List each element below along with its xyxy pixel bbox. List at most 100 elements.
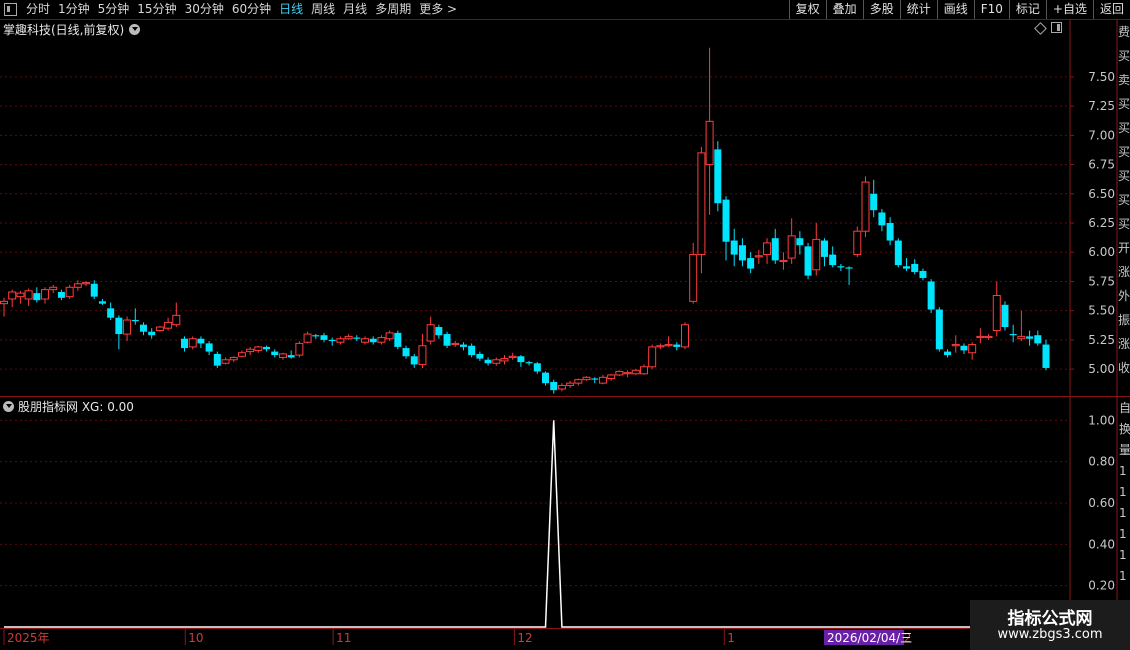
candle-body	[591, 378, 599, 380]
candle-body	[459, 344, 467, 347]
side-label: 费	[1118, 25, 1130, 39]
candle-body	[607, 374, 616, 379]
candle-body	[172, 314, 181, 326]
candle-body	[197, 338, 205, 344]
date-tick-label: 12	[517, 631, 532, 645]
candle-body	[353, 337, 361, 339]
candle-body	[951, 344, 960, 347]
candle-body	[927, 281, 935, 310]
candle-body	[49, 286, 58, 291]
candle-body	[435, 327, 443, 336]
candle-body	[0, 300, 8, 305]
candle-body	[205, 343, 213, 352]
candle-body	[820, 240, 828, 257]
candle-body	[870, 193, 878, 211]
side-label: 涨	[1118, 337, 1130, 351]
candle-body	[1026, 336, 1034, 339]
candle-body	[24, 290, 33, 300]
candle-body	[861, 181, 870, 232]
candle-body	[960, 345, 968, 351]
candle-body	[738, 245, 746, 261]
quote-side-panel: 费买卖买买买买买买开涨外振涨收	[1118, 20, 1130, 398]
candle-body	[328, 339, 336, 342]
watermark: 指标公式网 www.zbgs3.com	[970, 600, 1130, 650]
candle-body	[1034, 335, 1042, 344]
candle-body	[254, 346, 263, 351]
candle-body	[131, 320, 139, 322]
candle-body	[402, 348, 410, 357]
candle-body	[336, 338, 345, 343]
candle-body	[664, 344, 673, 347]
side-label: 涨	[1118, 265, 1130, 279]
cursor-date-label: 2026/02/04/三	[827, 631, 912, 645]
candle-body	[107, 308, 115, 318]
indicator-side-label: 1	[1119, 464, 1127, 478]
candle-body	[582, 376, 591, 381]
candle-body	[418, 345, 427, 365]
candle-body	[984, 335, 993, 339]
candle-body	[697, 152, 706, 256]
candle-body	[500, 358, 509, 362]
candle-body	[598, 376, 607, 384]
candle-body	[894, 240, 902, 266]
candle-body	[754, 255, 763, 258]
candle-body	[771, 238, 779, 261]
indicator-side-label: 1	[1119, 485, 1127, 499]
kline-chart[interactable]: 7.50 7.25 7.00 6.75 6.50 6.25 6.00 5.75 5.50 5.25…	[0, 0, 1130, 650]
indicator-tick-label: 0.60	[1088, 496, 1115, 510]
candle-body	[451, 342, 460, 346]
candle-body	[65, 286, 74, 298]
candle-body	[1042, 344, 1050, 368]
date-tick-label: 2025年	[7, 631, 50, 645]
price-tick-label: 6.75	[1088, 158, 1115, 172]
indicator-tick-label: 1.00	[1088, 413, 1115, 427]
side-label: 买	[1118, 121, 1130, 135]
indicator-tick-label: 0.80	[1088, 455, 1115, 469]
candle-body	[41, 289, 50, 300]
candle-body	[188, 338, 197, 348]
candle-body	[886, 223, 894, 241]
candle-body	[426, 324, 435, 342]
price-tick-label: 5.25	[1088, 333, 1115, 347]
candle-body	[804, 246, 812, 276]
candle-body	[517, 356, 525, 363]
candle-body	[944, 351, 952, 356]
candle-body	[344, 335, 353, 340]
candle-body	[263, 346, 271, 350]
candle-body	[796, 238, 804, 246]
candle-body	[16, 292, 25, 298]
candle-body	[139, 324, 147, 332]
candle-body	[615, 370, 624, 376]
candle-body	[656, 345, 665, 348]
candle-body	[550, 381, 558, 391]
price-tick-label: 5.75	[1088, 274, 1115, 288]
indicator-side-label: 1	[1119, 548, 1127, 562]
candle-body	[639, 366, 648, 375]
price-tick-label: 6.50	[1088, 187, 1115, 201]
candle-body	[787, 235, 796, 259]
candle-body	[468, 345, 476, 356]
side-label: 开	[1118, 241, 1130, 255]
candle-body	[73, 283, 82, 288]
candle-body	[976, 335, 985, 339]
candle-body	[919, 270, 927, 278]
candle-body	[722, 199, 730, 242]
candle-body	[673, 344, 681, 347]
candle-body	[631, 369, 640, 375]
side-label: 外	[1118, 289, 1130, 303]
side-label: 买	[1118, 169, 1130, 183]
indicator-side-label: 量	[1119, 443, 1130, 457]
candle-body	[730, 240, 738, 255]
xg-series-line	[4, 420, 1046, 628]
candle-body	[361, 338, 370, 343]
candle-body	[33, 293, 41, 301]
side-label: 卖	[1118, 73, 1130, 87]
candle-body	[689, 254, 698, 302]
candle-body	[303, 333, 312, 343]
candle-body	[968, 344, 977, 354]
date-tick-label: 10	[188, 631, 203, 645]
candle-body	[1009, 334, 1017, 336]
candle-body	[779, 259, 788, 263]
candle-body	[237, 352, 246, 357]
candle-body	[369, 338, 377, 343]
